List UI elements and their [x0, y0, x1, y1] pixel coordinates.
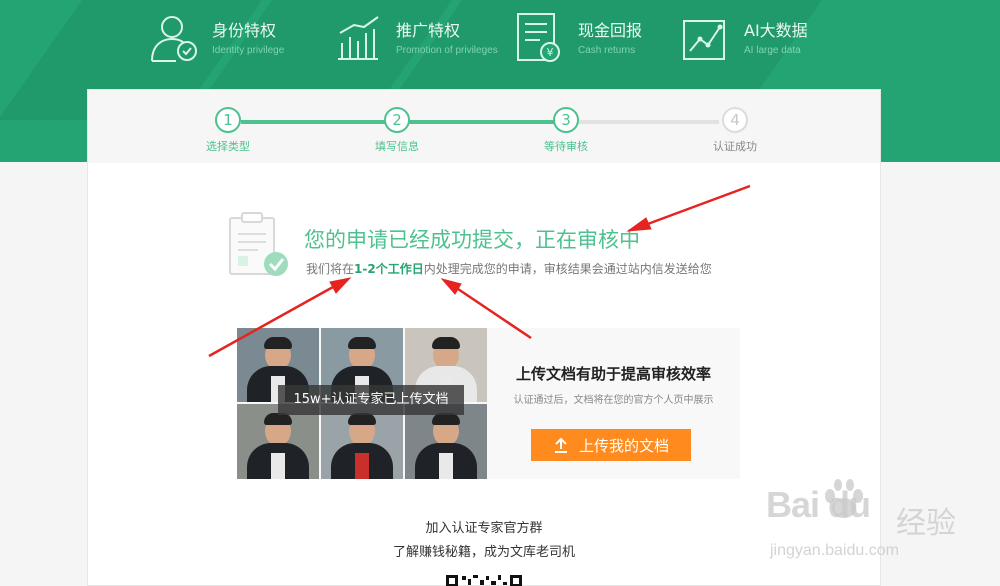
annotation-arrow-line — [644, 184, 751, 227]
annotation-arrow-head — [440, 278, 462, 295]
watermark-logo: Bai du — [766, 484, 871, 525]
watermark-text: 经验 — [896, 506, 956, 541]
annotation-arrow-line — [457, 287, 532, 340]
annotation-arrow-line — [208, 285, 334, 358]
baidu-jingyan-watermark: Bai du 经验 jingyan.baidu.com — [766, 478, 998, 586]
annotation-arrow-head — [626, 217, 652, 232]
annotation-arrow-head — [329, 277, 352, 294]
watermark-url: jingyan.baidu.com — [770, 542, 899, 559]
